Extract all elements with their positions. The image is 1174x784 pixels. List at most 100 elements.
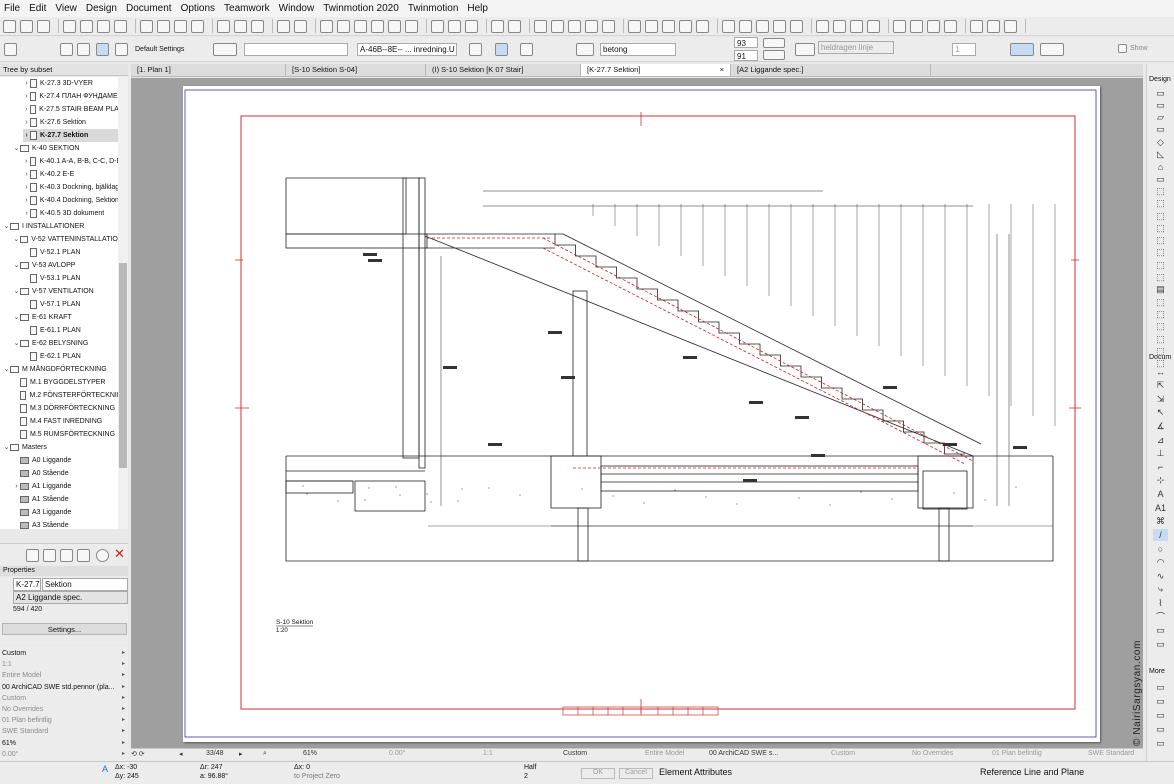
new-master-icon[interactable] (60, 549, 73, 562)
toolbar-button-39[interactable] (756, 19, 769, 33)
toolbar-button-6[interactable] (114, 19, 127, 33)
toolbar-button-43[interactable] (833, 19, 846, 33)
tree-node[interactable]: A0 Stående (13, 467, 118, 480)
model-view-value[interactable]: Entire Model (645, 750, 684, 757)
toolbar-button-1[interactable] (20, 19, 33, 33)
layout-name-field[interactable]: Sektion (42, 578, 128, 591)
document-tool-icon[interactable]: ⤷ (1153, 584, 1168, 596)
design-tool-icon[interactable]: ▭ (1153, 124, 1168, 136)
design-tool-icon[interactable]: ⬚ (1153, 235, 1168, 247)
document-tool-icon[interactable]: A (1153, 488, 1168, 500)
pen-bottom-field[interactable]: 91 (734, 50, 758, 61)
toolbar-button-49[interactable] (944, 19, 957, 33)
pen-top-swatch[interactable] (763, 38, 785, 48)
toolbar-button-3[interactable] (63, 19, 76, 33)
menu-item-0[interactable]: File (4, 3, 20, 14)
toolbar-button-37[interactable] (722, 19, 735, 33)
material-swatch[interactable] (576, 43, 594, 56)
design-tool-icon[interactable]: ▭ (1153, 87, 1168, 99)
design-tool-icon[interactable]: ⬚ (1153, 296, 1168, 308)
tree-node[interactable]: ⌄ V-52 VATTENINSTALLATION (13, 233, 118, 246)
hatch-icon[interactable] (1010, 43, 1034, 56)
standard-value[interactable]: SWE Standard (1088, 750, 1134, 757)
expand-chevron-icon[interactable]: ⌄ (13, 233, 20, 246)
view-setting-row[interactable]: SWE Standard ▸ (2, 726, 127, 737)
menu-item-3[interactable]: Design (86, 3, 117, 14)
design-tool-icon[interactable]: ⬚ (1153, 185, 1168, 197)
toolbar-button-36[interactable] (696, 19, 709, 33)
selection-rect-icon[interactable] (60, 43, 73, 56)
more-tool-icon[interactable]: ▭ (1153, 723, 1168, 735)
more-tool-icon[interactable]: ▭ (1153, 695, 1168, 707)
toolbar-button-33[interactable] (645, 19, 658, 33)
master-select[interactable]: A2 Liggande spec. (13, 591, 128, 604)
toolbar-button-29[interactable] (568, 19, 581, 33)
toolbar-button-14[interactable] (277, 19, 290, 33)
design-tool-icon[interactable]: ⬚ (1153, 259, 1168, 271)
tree-node[interactable]: ⌄ E-61 KRAFT (13, 311, 118, 324)
toolbar-button-16[interactable] (320, 19, 333, 33)
renovation-value[interactable]: 01 Plan befintlig (992, 750, 1042, 757)
tree-node[interactable]: M.1 BYGGDELSTYPER (13, 376, 118, 389)
selection-active-icon[interactable] (96, 43, 109, 56)
tree-node[interactable]: ⌄ Masters (3, 441, 118, 454)
toolbar-button-25[interactable] (491, 19, 504, 33)
undo-zoom-icon[interactable]: ⟲ ⟳ (131, 750, 145, 758)
expand-chevron-icon[interactable]: › (23, 90, 30, 103)
toolbar-button-7[interactable] (140, 19, 153, 33)
tree-node[interactable]: › K-27.6 Sektion (23, 116, 118, 129)
menu-item-1[interactable]: Edit (29, 3, 46, 14)
tree-node[interactable]: ⌄ K-40 SEKTION (13, 142, 118, 155)
design-tool-icon[interactable]: ⬚ (1153, 333, 1168, 345)
more-tool-icon[interactable]: ▭ (1153, 737, 1168, 749)
tree-node[interactable]: ⌄ E-62 BELYSNING (13, 337, 118, 350)
more-tool-icon[interactable]: ▭ (1153, 681, 1168, 693)
expand-chevron-icon[interactable]: ⌄ (3, 363, 10, 376)
design-tool-icon[interactable]: ⬚ (1153, 272, 1168, 284)
element-id-field[interactable] (244, 43, 348, 56)
expand-chevron-icon[interactable]: › (23, 129, 30, 142)
tree-node[interactable]: › K-40.5 3D dokument (23, 207, 118, 220)
zoom-icon[interactable]: ⌕ (263, 750, 267, 758)
delete-icon[interactable]: ✕ (114, 546, 125, 562)
toolbar-button-50[interactable] (970, 19, 983, 33)
toolbar-button-15[interactable] (294, 19, 307, 33)
tab-0[interactable]: [1. Plan 1] (131, 64, 286, 76)
tree-node[interactable]: V-53.1 PLAN (23, 272, 118, 285)
arrow-tool-icon[interactable] (4, 43, 17, 56)
tree-node[interactable]: › K-40.1 A-A, B-B, C-C, D-D (23, 155, 118, 168)
tab-2[interactable]: (I) S-10 Sektion [K 07 Stair] (426, 64, 581, 76)
toolbar-button-11[interactable] (217, 19, 230, 33)
selection-box-icon[interactable] (115, 43, 128, 56)
toolbar-button-47[interactable] (910, 19, 923, 33)
view-setting-row[interactable]: 0.00° ▸ (2, 749, 127, 760)
selection-poly-icon[interactable] (77, 43, 90, 56)
design-tool-icon[interactable]: ▤ (1153, 284, 1168, 296)
toolbar-button-30[interactable] (585, 19, 598, 33)
tree-node[interactable]: › K-27.7 Sektion (23, 129, 118, 142)
new-subset-icon[interactable] (43, 549, 56, 562)
toolbar-button-12[interactable] (234, 19, 247, 33)
menu-item-4[interactable]: Document (126, 3, 172, 14)
toolbar-button-35[interactable] (679, 19, 692, 33)
expand-chevron-icon[interactable]: › (23, 155, 30, 168)
tree-node[interactable]: M.5 RUMSFÖRTECKNING (13, 428, 118, 441)
menu-item-9[interactable]: Twinmotion (408, 3, 459, 14)
toolbar-button-0[interactable] (3, 19, 16, 33)
document-tool-icon[interactable]: ○ (1153, 543, 1168, 555)
view-setting-row[interactable]: Custom ▸ (2, 693, 127, 704)
view-setting-row[interactable]: 61% ▸ (2, 738, 127, 749)
toolbar-button-5[interactable] (97, 19, 110, 33)
toolbar-button-45[interactable] (867, 19, 880, 33)
expand-chevron-icon[interactable]: › (23, 194, 30, 207)
expand-chevron-icon[interactable]: › (23, 116, 30, 129)
menu-item-5[interactable]: Options (181, 3, 215, 14)
toolbar-button-28[interactable] (551, 19, 564, 33)
toolbar-button-38[interactable] (739, 19, 752, 33)
tree-node[interactable]: › K-27.4 ПЛАН ФУНДАМЕН (23, 90, 118, 103)
zoom-value[interactable]: 61% (303, 750, 317, 757)
toolbar-button-24[interactable] (465, 19, 478, 33)
toolbar-button-2[interactable] (37, 19, 50, 33)
view-setting-row[interactable]: No Overrides ▸ (2, 704, 127, 715)
tree-node[interactable]: › A1 Liggande (13, 480, 118, 493)
